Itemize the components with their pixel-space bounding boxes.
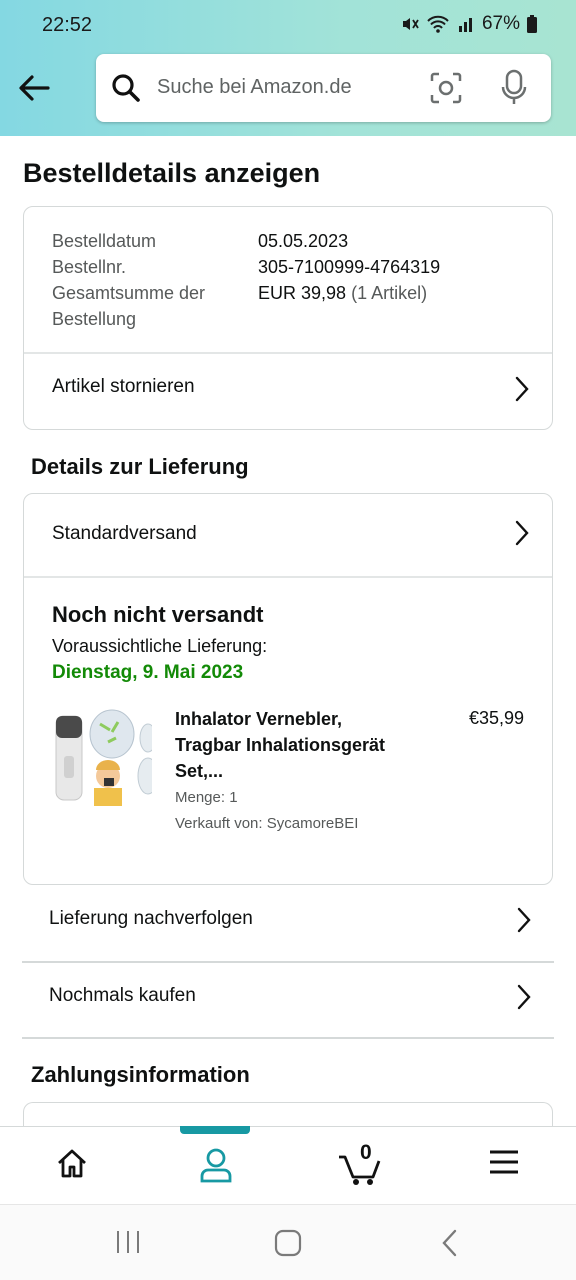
battery-icon (526, 14, 538, 34)
camera-search-icon[interactable] (429, 71, 463, 110)
chevron-right-icon (514, 376, 530, 407)
battery-percent: 67% (481, 13, 520, 34)
product-quantity: Menge: 1 (175, 789, 238, 806)
app-header: 22:52 67% Suche bei Amazon.de (0, 0, 576, 136)
buy-again-link[interactable]: Nochmals kaufen (22, 961, 554, 1037)
eta-date: Dienstag, 9. Mai 2023 (52, 662, 244, 683)
order-summary-card: Bestelldatum 05.05.2023 Bestellnr. 305-7… (23, 206, 553, 430)
status-bar: 22:52 67% (0, 0, 576, 50)
signal-icon (456, 14, 476, 34)
back-arrow-icon[interactable] (16, 70, 56, 106)
shipping-method-label: Standardversand (52, 523, 197, 544)
wifi-icon (426, 14, 450, 34)
payment-section-title: Zahlungsinformation (31, 1062, 250, 1087)
nav-account[interactable] (144, 1127, 288, 1205)
chevron-right-icon (516, 907, 532, 938)
order-number-label: Bestellnr. (52, 257, 127, 277)
nav-home[interactable] (0, 1127, 144, 1205)
product-title-line-3: Set,... (175, 761, 224, 781)
delivery-section-title: Details zur Lieferung (31, 454, 249, 479)
order-total-value: EUR 39,98 (1 Artikel) (258, 280, 427, 306)
chevron-right-icon (514, 520, 530, 551)
product-price: €35,99 (468, 708, 524, 728)
track-package-link[interactable]: Lieferung nachverfolgen (22, 884, 554, 960)
order-total-amount: EUR 39,98 (258, 283, 347, 303)
search-icon (110, 72, 142, 109)
active-tab-indicator (180, 1126, 250, 1134)
system-nav-bar (0, 1204, 576, 1280)
cancel-items-link[interactable]: Artikel stornieren (24, 354, 552, 430)
status-time: 22:52 (42, 14, 93, 36)
shipment-status: Noch nicht versandt (52, 602, 264, 627)
product-title-line-1: Inhalator Vernebler, (175, 709, 343, 729)
mute-icon (400, 14, 420, 34)
chevron-right-icon (516, 984, 532, 1015)
shipping-method-link[interactable]: Standardversand (24, 494, 552, 576)
nav-menu[interactable] (432, 1127, 576, 1205)
product-seller: Verkauft von: SycamoreBEI (175, 815, 359, 832)
eta-label: Voraussichtliche Lieferung: (52, 636, 268, 656)
page-title: Bestelldetails anzeigen (23, 158, 321, 188)
divider (24, 576, 552, 578)
delivery-card: Standardversand Noch nicht versandt Vora… (23, 493, 553, 885)
search-input[interactable]: Suche bei Amazon.de (157, 76, 352, 99)
bottom-nav: 0 (0, 1126, 576, 1204)
status-icons: 67% (400, 13, 538, 35)
order-date-value: 05.05.2023 (258, 231, 349, 251)
nav-cart[interactable]: 0 (288, 1127, 432, 1205)
search-bar[interactable]: Suche bei Amazon.de (96, 54, 551, 122)
order-total-label-1: Gesamtsumme der (52, 283, 206, 303)
track-package-label: Lieferung nachverfolgen (49, 908, 253, 929)
cancel-items-label: Artikel stornieren (52, 376, 195, 397)
order-total-label-2: Bestellung (52, 309, 137, 329)
microphone-icon[interactable] (501, 69, 527, 112)
order-item-count: (1 Artikel) (351, 283, 428, 303)
recent-apps-icon[interactable] (114, 1229, 142, 1260)
divider (22, 1037, 554, 1039)
cart-count: 0 (360, 1141, 372, 1164)
back-button-icon[interactable] (440, 1229, 460, 1262)
home-button-icon[interactable] (274, 1229, 302, 1262)
order-number-value: 305-7100999-4764319 (258, 257, 441, 277)
product-image[interactable] (52, 706, 159, 806)
product-title-line-2: Tragbar Inhalationsgerät (175, 735, 386, 755)
order-date-label: Bestelldatum (52, 231, 157, 251)
product-title-link[interactable]: Inhalator Vernebler, Tragbar Inhalations… (175, 706, 425, 784)
buy-again-label: Nochmals kaufen (49, 985, 196, 1006)
